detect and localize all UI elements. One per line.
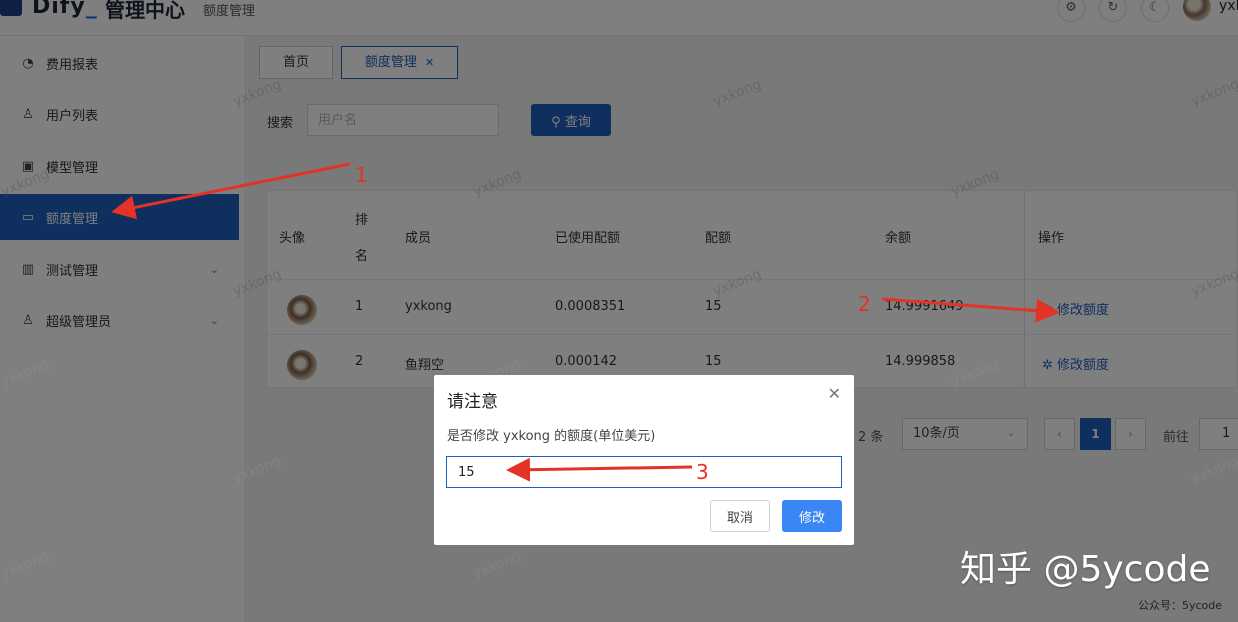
annotation-number: 2 <box>858 292 871 316</box>
zhihu-watermark: 知乎 @5ycode <box>960 549 1211 590</box>
dialog-title: 请注意 <box>447 392 498 412</box>
app-page: Dify_ 管理中心 额度管理 ⚙ ↻ ☾ yxk ◔ 费用报表 ♙ 用户列表 … <box>0 0 1238 622</box>
dialog-message: 是否修改 yxkong 的额度(单位美元) <box>447 429 656 444</box>
cancel-button[interactable]: 取消 <box>710 500 770 532</box>
close-icon[interactable]: ✕ <box>828 384 841 403</box>
confirm-dialog: 请注意 ✕ 是否修改 yxkong 的额度(单位美元) 取消 修改 <box>434 375 854 545</box>
account-watermark: 公众号：5ycode <box>1138 599 1223 612</box>
confirm-button[interactable]: 修改 <box>782 500 842 532</box>
quota-input[interactable] <box>446 456 842 488</box>
annotation-number: 1 <box>355 163 368 187</box>
annotation-number: 3 <box>696 460 709 484</box>
